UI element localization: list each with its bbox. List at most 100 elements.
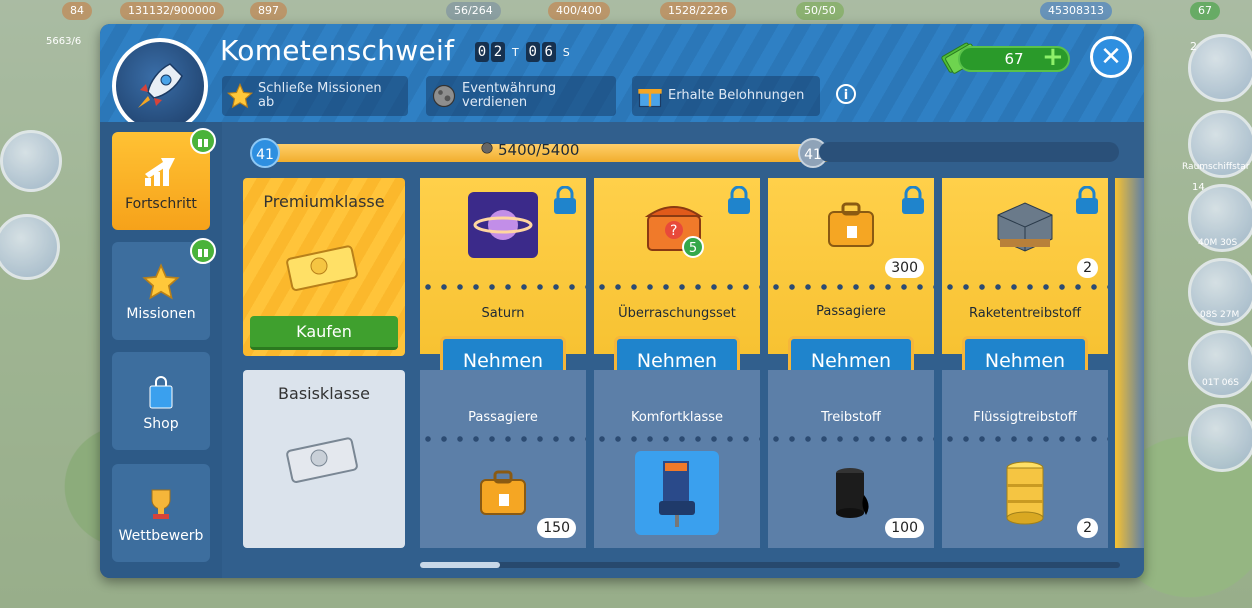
nav-shop[interactable]: Shop — [112, 352, 210, 450]
timer-unit: T — [512, 45, 519, 59]
panel-header: Kometenschweif 02 T 06 S Schließe Missio… — [100, 24, 1144, 134]
right-side-buttons: 2 Raumschiffstar 14 40M 30S 08S 27M 01T … — [1142, 30, 1252, 590]
current-level: 41 — [250, 138, 280, 168]
reward-name: Saturn — [481, 306, 525, 321]
reward-name: Passagiere — [816, 304, 886, 319]
resource-counter: 897 — [250, 2, 287, 20]
add-cash-button[interactable]: + — [1042, 42, 1064, 72]
oil-barrel-icon — [808, 450, 894, 536]
dotted-divider — [768, 284, 934, 290]
dotted-divider — [594, 284, 760, 290]
tier-label: Basisklasse — [278, 384, 370, 403]
lock-icon — [552, 185, 578, 216]
resource-counter: 56/264 — [446, 2, 501, 20]
timer-digit: 6 — [541, 42, 556, 62]
gold-ticket-icon — [283, 238, 363, 296]
nav-label: Wettbewerb — [118, 528, 204, 544]
lock-icon — [900, 185, 926, 216]
nav-missions[interactable]: Missionen — [112, 238, 216, 340]
nav-competition[interactable]: Wettbewerb — [112, 464, 210, 562]
nav-label: Missionen — [126, 306, 196, 322]
reward-name: Komfortklasse — [630, 410, 724, 425]
trophy-icon — [112, 482, 210, 526]
dotted-divider — [942, 436, 1108, 442]
step-label: Eventwährung verdienen — [462, 81, 557, 110]
badge-number: 2 — [1190, 40, 1197, 53]
silver-ticket-icon — [283, 430, 363, 488]
fuel-pallet-icon — [990, 192, 1060, 258]
worker-avatar-icon[interactable] — [0, 214, 60, 280]
svg-text:?: ? — [670, 223, 677, 239]
nav-progress[interactable]: Fortschritt — [112, 128, 216, 230]
timer-digit: 0 — [475, 42, 489, 62]
step-label: Erhalte Belohnungen — [668, 88, 805, 103]
reward-column: 2 Raketentreibstoff Nehmen Flüssigtreibs… — [942, 178, 1108, 548]
suitcase-icon — [460, 450, 546, 536]
info-button[interactable]: i — [836, 84, 856, 104]
scrollbar-thumb[interactable] — [420, 562, 500, 568]
nav-label: Fortschritt — [125, 196, 197, 212]
event-title: Kometenschweif — [220, 34, 455, 67]
left-side-buttons: 5663/6 — [0, 30, 100, 590]
progress-value: 5400/5400 — [498, 141, 580, 159]
reward-name: Überraschungsset — [618, 306, 736, 321]
yellow-barrel-icon — [982, 450, 1068, 536]
lock-icon — [1074, 185, 1100, 216]
reward-count: 2 — [1077, 518, 1098, 538]
reward-name: Passagiere — [468, 410, 538, 425]
lock-icon — [726, 185, 752, 216]
dotted-divider — [594, 436, 760, 442]
reward-count: 100 — [885, 518, 924, 538]
reward-count: 150 — [537, 518, 576, 538]
reward-count: 2 — [1077, 258, 1098, 278]
badge-number: 14 — [1192, 182, 1205, 193]
progress-track-extension — [819, 142, 1119, 162]
premium-tier: Premiumklasse Kaufen — [243, 178, 405, 356]
reward-column: ? 5 Überraschungsset Nehmen Komfortklass… — [594, 178, 760, 548]
timer-label: 08S 27M — [1200, 310, 1240, 320]
population-counter: 5663/6 — [46, 36, 82, 47]
close-button[interactable]: ✕ — [1090, 36, 1132, 78]
resource-counter: 45308313 — [1040, 2, 1112, 20]
progress-text: 5400/5400 — [480, 141, 579, 159]
meteor-icon — [426, 78, 462, 114]
timer-unit: S — [562, 45, 570, 59]
timer-digit: 2 — [491, 42, 505, 62]
buy-premium-button[interactable]: Kaufen — [250, 316, 398, 350]
star-icon — [112, 260, 210, 304]
reward-count: 300 — [885, 258, 924, 278]
event-panel: Kometenschweif 02 T 06 S Schließe Missio… — [100, 24, 1144, 578]
star-icon — [222, 78, 258, 114]
step-missions: Schließe Missionen ab — [222, 76, 408, 116]
gift-badge-icon — [190, 128, 216, 154]
step-rewards: Erhalte Belohnungen — [632, 76, 820, 116]
reward-count: 5 — [682, 236, 704, 258]
top-resource-bar: 84 131132/900000 897 56/264 400/400 1528… — [0, 0, 1252, 22]
timer-label: 01T 06S — [1202, 378, 1239, 388]
saturn-icon — [468, 192, 538, 258]
gift-icon — [632, 78, 668, 114]
reward-column: 300 Passagiere Nehmen Treibstoff 100 — [768, 178, 934, 548]
progress-arrow-icon — [112, 150, 210, 194]
next-reward-column — [1115, 178, 1144, 548]
event-timer: 02 T 06 S — [475, 42, 574, 62]
money-bag-icon[interactable] — [1188, 404, 1252, 472]
progress-content: 41 41 5400/5400 Premiumklasse Kaufen Bas… — [222, 122, 1144, 578]
reward-name: Flüssigtreibstoff — [973, 410, 1077, 425]
tier-label: Premiumklasse — [263, 192, 385, 211]
building-label: Raumschiffstar — [1182, 162, 1250, 172]
nav-label: Shop — [143, 416, 179, 432]
resource-counter: 50/50 — [796, 2, 844, 20]
meteor-icon — [480, 141, 494, 159]
helmet-avatar-icon[interactable] — [0, 130, 62, 192]
horizontal-scrollbar[interactable] — [420, 562, 1120, 568]
event-progress-bar: 41 41 5400/5400 — [250, 138, 840, 168]
rocket-logo-icon — [112, 38, 208, 134]
dotted-divider — [768, 436, 934, 442]
dotted-divider — [420, 284, 586, 290]
airport-icon[interactable] — [1188, 34, 1252, 102]
step-currency: Eventwährung verdienen — [426, 76, 616, 116]
reward-column: Saturn Nehmen Passagiere 150 — [420, 178, 586, 548]
resource-counter: 400/400 — [548, 2, 610, 20]
reward-name: Raketentreibstoff — [969, 306, 1081, 321]
